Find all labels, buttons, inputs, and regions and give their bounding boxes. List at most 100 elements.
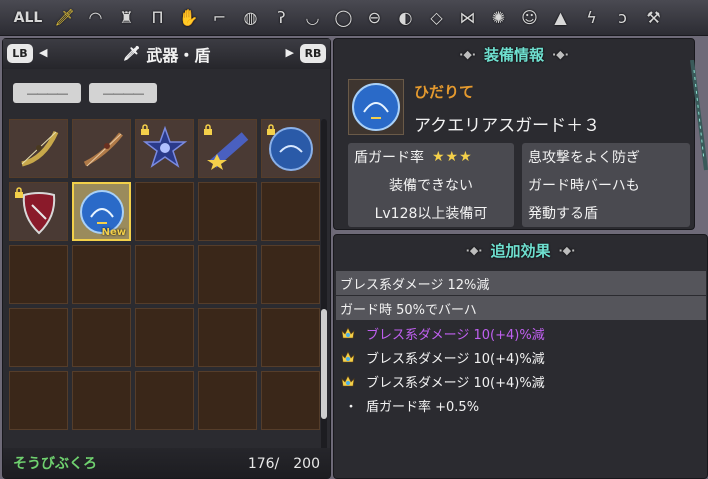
effect-row: ・ 盾ガード率 +0.5% [336,393,706,417]
round-shield-icon [269,127,313,171]
effect-text: ブレス系ダメージ 12%減 [340,277,490,293]
effect-text: ブレス系ダメージ 10(+4)%減 [366,327,545,343]
item-slot-empty[interactable] [135,182,194,241]
rb-button[interactable]: RB [300,44,326,63]
item-slot[interactable] [9,119,68,178]
helmet-icon: ◠ [88,8,103,27]
bag-name: そうびぶくろ [13,456,97,472]
sword-icon: 🗡 [122,46,141,62]
brooch-icon: ⊖ [367,8,382,27]
bow-icon [21,130,59,167]
item-slot[interactable] [198,119,257,178]
item-thumbnail [348,79,404,135]
mask-icon: ◍ [243,8,258,27]
category-arm-tab[interactable]: ✋ [174,4,203,32]
equip-info-title: 装備情報 [483,45,544,64]
scrollbar-thumb[interactable] [321,309,327,419]
category-hammer-tab[interactable]: ⚒ [639,4,668,32]
card-icon: ◇ [430,8,443,27]
crown-gem-icon [340,373,362,389]
scythe-icon: ↄ [618,8,627,27]
category-ear-tab[interactable]: ʔ [267,4,296,32]
guard-rate-line: 盾ガード率 ★★★ [348,143,514,171]
item-slot[interactable] [135,119,194,178]
flower-shield-icon [142,125,188,168]
inventory-scrollbar[interactable] [321,119,327,464]
level-requirement: Lv128以上装備可 [374,206,488,222]
fan-icon: ϟ [586,8,597,27]
item-slot-empty[interactable] [198,182,257,241]
filter-button-2[interactable]: ―――― [89,83,157,103]
ring-icon: ◯ [334,8,353,27]
item-slot-empty[interactable] [198,308,257,367]
boot-icon: ⌐ [212,8,227,27]
item-slot-empty[interactable] [261,371,320,430]
category-neck-tab[interactable]: ◡ [298,4,327,32]
description-line: 息攻撃をよく防ぎ [528,150,640,166]
item-slot-empty[interactable] [135,308,194,367]
category-slime-tab[interactable]: ▲ [546,4,575,32]
item-slot-empty[interactable] [198,371,257,430]
item-name: アクエリアスガード＋３ [414,116,601,136]
item-slot-empty[interactable] [135,245,194,304]
item-slot-empty[interactable] [135,371,194,430]
guard-rate-label: 盾ガード率 [354,150,424,166]
item-slot[interactable] [72,119,131,178]
base-effect-row: ガード時 50%でバーハ [336,296,706,320]
red-shield-icon [22,192,56,235]
filter-button-1[interactable]: ―――― [13,83,81,103]
background-scenery [690,59,708,180]
equip-info-header: ·◆· 装備情報 ·◆· [334,39,694,69]
belt-icon: ◐ [398,8,413,27]
item-slot-empty[interactable] [261,245,320,304]
category-tool-tab[interactable]: ϟ [577,4,606,32]
ear-icon: ʔ [277,8,286,27]
category-weapon-shield-tab[interactable]: 🗡 [50,4,79,32]
item-slot-empty[interactable] [72,245,131,304]
lb-button[interactable]: LB [7,44,33,63]
item-slot-empty[interactable] [72,308,131,367]
bag-count: 176/ 200 [247,456,320,472]
category-face-tab[interactable]: ◍ [236,4,265,32]
item-slot-empty[interactable] [9,245,68,304]
effect-text: ブレス系ダメージ 10(+4)%減 [366,375,545,391]
category-card-tab[interactable]: ◇ [422,4,451,32]
effect-row: ブレス系ダメージ 10(+4)%減 [336,321,706,345]
effect-text: 盾ガード率 +0.5% [366,399,480,415]
category-all-tab[interactable]: ALL [8,4,48,32]
item-slot[interactable] [9,182,68,241]
category-chest-tab[interactable]: ⊖ [360,4,389,32]
arrow-right-icon[interactable]: ▶ [286,46,294,59]
crown-gem-icon [340,325,362,341]
category-monster-card-tab[interactable]: ☺ [515,4,544,32]
category-bar: ALL 🗡 ◠ ♜ Π ✋ ⌐ ◍ ʔ ◡ ◯ ⊖ ◐ ◇ ⋈ ✺ ☺ ▲ ϟ … [0,0,708,36]
category-crest-tab[interactable]: ✺ [484,4,513,32]
inventory-header: LB ◀ 🗡 武器・盾 ▶ RB [3,39,330,69]
item-slot-empty[interactable] [9,308,68,367]
star-shield-icon [207,132,249,170]
base-effect-row: ブレス系ダメージ 12%減 [336,271,706,295]
effect-row: ブレス系ダメージ 10(+4)%減 [336,369,706,393]
glove-icon: ✋ [178,8,199,27]
arrow-left-icon[interactable]: ◀ [39,46,47,59]
category-other-tab[interactable]: ⋈ [453,4,482,32]
category-finger-tab[interactable]: ◯ [329,4,358,32]
ornament-icon: ·◆· [558,243,576,257]
bow-icon [83,132,123,167]
item-slot[interactable] [261,119,320,178]
category-leg-tab[interactable]: ⌐ [205,4,234,32]
item-slot-empty[interactable] [9,371,68,430]
category-body-top-tab[interactable]: ♜ [112,4,141,32]
category-belt-tab[interactable]: ◐ [391,4,420,32]
item-slot-empty[interactable] [261,182,320,241]
item-grid: New [9,119,320,431]
category-body-bottom-tab[interactable]: Π [143,4,172,32]
ribbon-icon: ⋈ [459,8,476,27]
item-slot-empty[interactable] [261,308,320,367]
item-slot-empty[interactable] [198,245,257,304]
effects-list: ブレス系ダメージ 12%減 ガード時 50%でバーハ ブレス系ダメージ 10(+… [336,271,706,417]
category-head-tab[interactable]: ◠ [81,4,110,32]
category-scythe-tab[interactable]: ↄ [608,4,637,32]
item-slot-empty[interactable] [72,371,131,430]
item-slot-selected[interactable]: New [72,182,131,241]
